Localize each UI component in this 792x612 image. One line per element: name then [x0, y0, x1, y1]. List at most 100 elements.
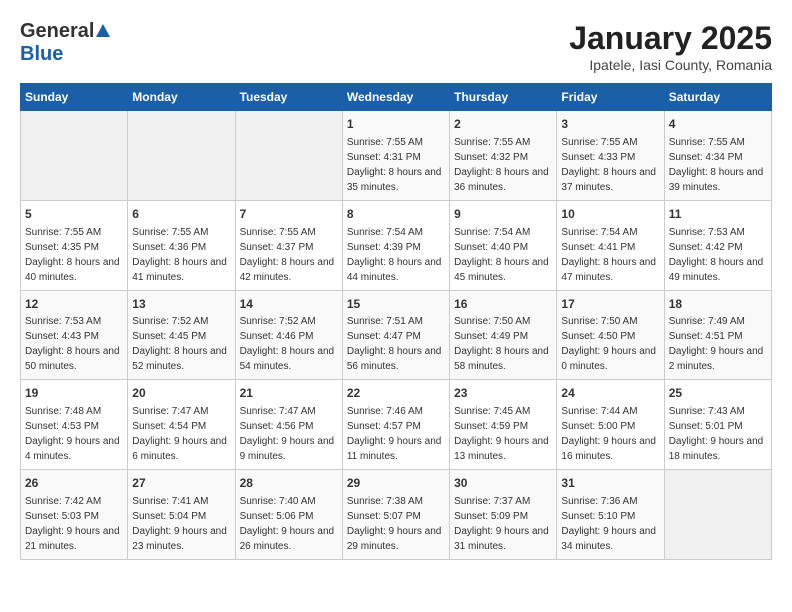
day-detail: Sunrise: 7:52 AM Sunset: 4:46 PM Dayligh… [240, 316, 335, 372]
day-detail: Sunrise: 7:55 AM Sunset: 4:31 PM Dayligh… [347, 137, 442, 193]
day-detail: Sunrise: 7:44 AM Sunset: 5:00 PM Dayligh… [561, 406, 656, 462]
day-detail: Sunrise: 7:54 AM Sunset: 4:39 PM Dayligh… [347, 227, 442, 283]
weekday-header-monday: Monday [128, 84, 235, 111]
day-detail: Sunrise: 7:48 AM Sunset: 4:53 PM Dayligh… [25, 406, 120, 462]
calendar-day-cell: 13 Sunrise: 7:52 AM Sunset: 4:45 PM Dayli… [128, 290, 235, 380]
weekday-header-saturday: Saturday [664, 84, 771, 111]
day-number: 25 [669, 385, 767, 402]
day-number: 20 [132, 385, 230, 402]
day-detail: Sunrise: 7:51 AM Sunset: 4:47 PM Dayligh… [347, 316, 442, 372]
day-detail: Sunrise: 7:40 AM Sunset: 5:06 PM Dayligh… [240, 496, 335, 552]
day-detail: Sunrise: 7:55 AM Sunset: 4:34 PM Dayligh… [669, 137, 764, 193]
day-number: 1 [347, 116, 445, 133]
page-subtitle: Ipatele, Iasi County, Romania [569, 57, 772, 73]
day-detail: Sunrise: 7:45 AM Sunset: 4:59 PM Dayligh… [454, 406, 549, 462]
calendar-day-cell: 25Sunrise: 7:43 AM Sunset: 5:01 PM Dayli… [664, 380, 771, 470]
weekday-row: SundayMondayTuesdayWednesdayThursdayFrid… [21, 84, 772, 111]
day-number: 3 [561, 116, 659, 133]
day-number: 31 [561, 475, 659, 492]
calendar-day-cell: 20 Sunrise: 7:47 AM Sunset: 4:54 PM Dayli… [128, 380, 235, 470]
weekday-header-tuesday: Tuesday [235, 84, 342, 111]
day-detail: Sunrise: 7:37 AM Sunset: 5:09 PM Dayligh… [454, 496, 549, 552]
calendar-day-cell: 21 Sunrise: 7:47 AM Sunset: 4:56 PM Dayli… [235, 380, 342, 470]
day-number: 10 [561, 206, 659, 223]
day-detail: Sunrise: 7:52 AM Sunset: 4:45 PM Dayligh… [132, 316, 227, 372]
calendar-day-cell: 9 Sunrise: 7:54 AM Sunset: 4:40 PM Daylig… [450, 200, 557, 290]
day-detail: Sunrise: 7:47 AM Sunset: 4:54 PM Dayligh… [132, 406, 227, 462]
calendar-day-cell [21, 111, 128, 201]
calendar-day-cell: 31 Sunrise: 7:36 AM Sunset: 5:10 PM Dayli… [557, 470, 664, 560]
logo: General Blue [20, 20, 111, 66]
day-number: 16 [454, 296, 552, 313]
day-number: 24 [561, 385, 659, 402]
calendar-week-3: 12 Sunrise: 7:53 AM Sunset: 4:43 PM Dayli… [21, 290, 772, 380]
calendar-day-cell: 15 Sunrise: 7:51 AM Sunset: 4:47 PM Dayli… [342, 290, 449, 380]
calendar-day-cell: 3Sunrise: 7:55 AM Sunset: 4:33 PM Daylig… [557, 111, 664, 201]
calendar-day-cell: 23Sunrise: 7:45 AM Sunset: 4:59 PM Dayli… [450, 380, 557, 470]
day-detail: Sunrise: 7:41 AM Sunset: 5:04 PM Dayligh… [132, 496, 227, 552]
calendar-week-2: 5 Sunrise: 7:55 AM Sunset: 4:35 PM Daylig… [21, 200, 772, 290]
calendar-day-cell: 5 Sunrise: 7:55 AM Sunset: 4:35 PM Daylig… [21, 200, 128, 290]
day-number: 12 [25, 296, 123, 313]
day-detail: Sunrise: 7:38 AM Sunset: 5:07 PM Dayligh… [347, 496, 442, 552]
day-number: 26 [25, 475, 123, 492]
day-detail: Sunrise: 7:47 AM Sunset: 4:56 PM Dayligh… [240, 406, 335, 462]
day-number: 6 [132, 206, 230, 223]
day-detail: Sunrise: 7:36 AM Sunset: 5:10 PM Dayligh… [561, 496, 656, 552]
calendar-day-cell: 8Sunrise: 7:54 AM Sunset: 4:39 PM Daylig… [342, 200, 449, 290]
page-title: January 2025 [569, 20, 772, 57]
day-number: 13 [132, 296, 230, 313]
day-number: 9 [454, 206, 552, 223]
logo-triangle-icon [95, 23, 111, 39]
day-detail: Sunrise: 7:50 AM Sunset: 4:49 PM Dayligh… [454, 316, 549, 372]
calendar-week-4: 19 Sunrise: 7:48 AM Sunset: 4:53 PM Dayli… [21, 380, 772, 470]
calendar-day-cell: 26 Sunrise: 7:42 AM Sunset: 5:03 PM Dayli… [21, 470, 128, 560]
calendar-day-cell: 14Sunrise: 7:52 AM Sunset: 4:46 PM Dayli… [235, 290, 342, 380]
calendar-day-cell [664, 470, 771, 560]
day-number: 2 [454, 116, 552, 133]
day-number: 21 [240, 385, 338, 402]
calendar-day-cell: 29 Sunrise: 7:38 AM Sunset: 5:07 PM Dayli… [342, 470, 449, 560]
page-header: General Blue January 2025 Ipatele, Iasi … [20, 20, 772, 73]
weekday-header-sunday: Sunday [21, 84, 128, 111]
day-number: 19 [25, 385, 123, 402]
day-detail: Sunrise: 7:53 AM Sunset: 4:43 PM Dayligh… [25, 316, 120, 372]
day-detail: Sunrise: 7:55 AM Sunset: 4:35 PM Dayligh… [25, 227, 120, 283]
day-detail: Sunrise: 7:54 AM Sunset: 4:41 PM Dayligh… [561, 227, 656, 283]
day-detail: Sunrise: 7:55 AM Sunset: 4:36 PM Dayligh… [132, 227, 227, 283]
day-number: 27 [132, 475, 230, 492]
logo-general: General [20, 20, 94, 43]
calendar-day-cell: 17Sunrise: 7:50 AM Sunset: 4:50 PM Dayli… [557, 290, 664, 380]
calendar-day-cell: 10 Sunrise: 7:54 AM Sunset: 4:41 PM Dayli… [557, 200, 664, 290]
day-number: 4 [669, 116, 767, 133]
calendar-day-cell: 6 Sunrise: 7:55 AM Sunset: 4:36 PM Daylig… [128, 200, 235, 290]
day-detail: Sunrise: 7:42 AM Sunset: 5:03 PM Dayligh… [25, 496, 120, 552]
calendar-day-cell: 11Sunrise: 7:53 AM Sunset: 4:42 PM Dayli… [664, 200, 771, 290]
day-number: 5 [25, 206, 123, 223]
calendar-day-cell: 12 Sunrise: 7:53 AM Sunset: 4:43 PM Dayli… [21, 290, 128, 380]
day-detail: Sunrise: 7:54 AM Sunset: 4:40 PM Dayligh… [454, 227, 549, 283]
day-number: 29 [347, 475, 445, 492]
day-number: 22 [347, 385, 445, 402]
day-detail: Sunrise: 7:53 AM Sunset: 4:42 PM Dayligh… [669, 227, 764, 283]
calendar-day-cell: 2Sunrise: 7:55 AM Sunset: 4:32 PM Daylig… [450, 111, 557, 201]
day-number: 15 [347, 296, 445, 313]
weekday-header-wednesday: Wednesday [342, 84, 449, 111]
calendar-day-cell: 28Sunrise: 7:40 AM Sunset: 5:06 PM Dayli… [235, 470, 342, 560]
calendar-header: SundayMondayTuesdayWednesdayThursdayFrid… [21, 84, 772, 111]
calendar-day-cell [235, 111, 342, 201]
calendar-body: 1 Sunrise: 7:55 AM Sunset: 4:31 PM Daylig… [21, 111, 772, 560]
calendar-day-cell: 1 Sunrise: 7:55 AM Sunset: 4:31 PM Daylig… [342, 111, 449, 201]
calendar-week-1: 1 Sunrise: 7:55 AM Sunset: 4:31 PM Daylig… [21, 111, 772, 201]
weekday-header-thursday: Thursday [450, 84, 557, 111]
calendar-day-cell: 27 Sunrise: 7:41 AM Sunset: 5:04 PM Dayli… [128, 470, 235, 560]
calendar-day-cell: 18Sunrise: 7:49 AM Sunset: 4:51 PM Dayli… [664, 290, 771, 380]
day-number: 7 [240, 206, 338, 223]
day-number: 17 [561, 296, 659, 313]
calendar-day-cell: 24 Sunrise: 7:44 AM Sunset: 5:00 PM Dayli… [557, 380, 664, 470]
calendar-day-cell: 16 Sunrise: 7:50 AM Sunset: 4:49 PM Dayli… [450, 290, 557, 380]
logo-blue: Blue [20, 43, 63, 66]
title-block: January 2025 Ipatele, Iasi County, Roman… [569, 20, 772, 73]
calendar-table: SundayMondayTuesdayWednesdayThursdayFrid… [20, 83, 772, 560]
day-detail: Sunrise: 7:46 AM Sunset: 4:57 PM Dayligh… [347, 406, 442, 462]
